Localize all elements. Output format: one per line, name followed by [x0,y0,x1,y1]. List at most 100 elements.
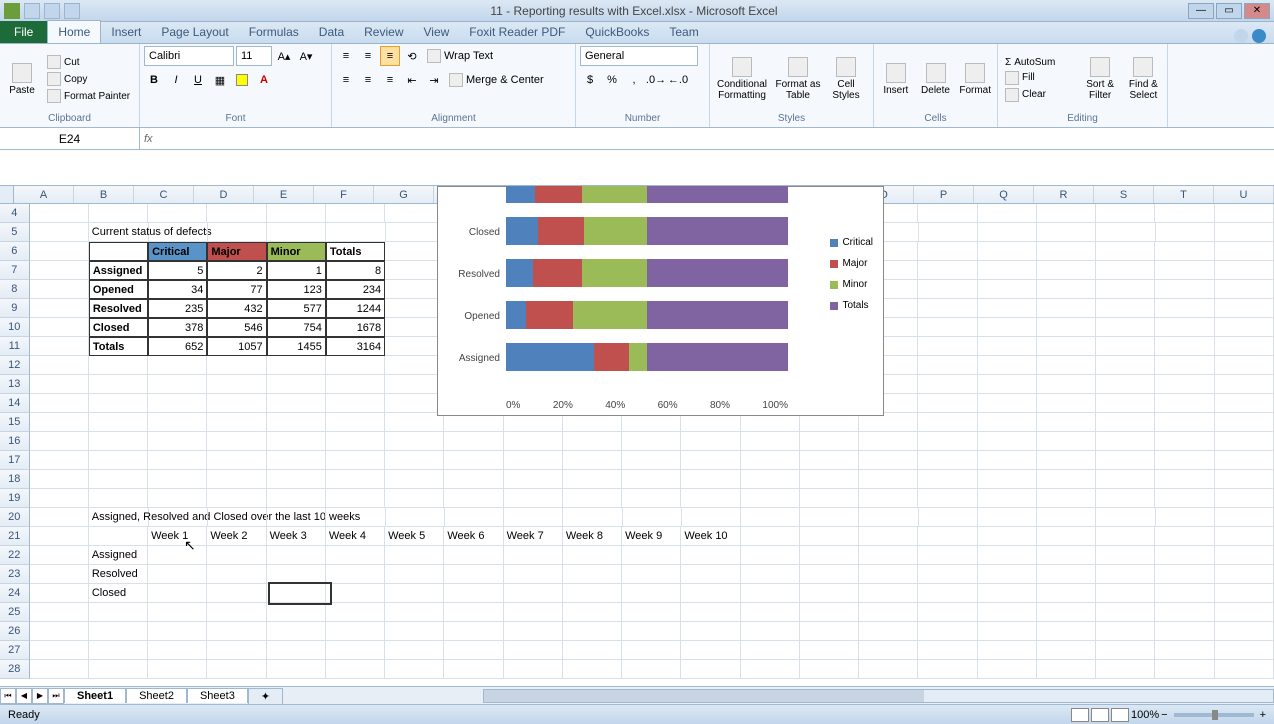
cell-H28[interactable] [444,660,503,679]
row-header-5[interactable]: 5 [0,223,30,242]
worksheet-grid[interactable]: ABCDEFGHIJKLMNOPQRSTU 45Current status o… [0,186,1274,686]
cell-L28[interactable] [681,660,740,679]
cell-R17[interactable] [1037,451,1096,470]
cell-S24[interactable] [1096,584,1155,603]
cell-B21[interactable] [89,527,148,546]
cell-C13[interactable] [148,375,207,394]
cell-T10[interactable] [1155,318,1214,337]
formula-input[interactable] [161,132,1270,146]
cell-Q27[interactable] [978,641,1037,660]
cell-N18[interactable] [800,470,859,489]
cell-O16[interactable] [859,432,918,451]
cell-F28[interactable] [326,660,385,679]
insert-cells-button[interactable]: Insert [878,52,914,106]
merge-center-button[interactable]: Merge & Center [446,70,556,90]
cell-K22[interactable] [622,546,681,565]
decrease-indent-icon[interactable]: ⇤ [402,70,422,90]
cell-H17[interactable] [444,451,503,470]
row-header-6[interactable]: 6 [0,242,30,261]
cell-F14[interactable] [326,394,385,413]
maximize-button[interactable]: ▭ [1216,3,1242,19]
cell-M26[interactable] [741,622,800,641]
cell-M24[interactable] [741,584,800,603]
cell-F27[interactable] [326,641,385,660]
cell-F8[interactable]: 234 [326,280,385,299]
cell-I25[interactable] [504,603,563,622]
cell-A17[interactable] [30,451,89,470]
cell-J25[interactable] [563,603,622,622]
cell-H20[interactable] [445,508,504,527]
cell-G8[interactable] [385,280,444,299]
cell-F22[interactable] [326,546,385,565]
underline-button[interactable]: U [188,70,208,90]
cell-I27[interactable] [504,641,563,660]
cell-T5[interactable] [1156,223,1215,242]
cell-T15[interactable] [1155,413,1214,432]
cell-N19[interactable] [800,489,859,508]
row-header-21[interactable]: 21 [0,527,30,546]
cell-M25[interactable] [741,603,800,622]
cell-E15[interactable] [267,413,326,432]
row-header-27[interactable]: 27 [0,641,30,660]
column-header-F[interactable]: F [314,186,374,203]
cell-A6[interactable] [30,242,89,261]
cell-A16[interactable] [30,432,89,451]
cell-U9[interactable] [1215,299,1274,318]
cell-L21[interactable]: Week 10 [681,527,740,546]
cell-D26[interactable] [207,622,266,641]
cell-G22[interactable] [385,546,444,565]
cell-R6[interactable] [1037,242,1096,261]
cell-G4[interactable] [385,204,444,223]
scroll-thumb[interactable] [484,690,924,702]
cell-H18[interactable] [444,470,503,489]
tab-foxit[interactable]: Foxit Reader PDF [459,21,575,43]
row-header-19[interactable]: 19 [0,489,30,508]
cell-E22[interactable] [267,546,326,565]
cell-G28[interactable] [385,660,444,679]
tab-formulas[interactable]: Formulas [239,21,309,43]
cell-B9[interactable]: Resolved [89,299,148,318]
cell-F20[interactable] [326,508,385,527]
cell-A10[interactable] [30,318,89,337]
cell-S10[interactable] [1096,318,1155,337]
format-cells-button[interactable]: Format [957,52,993,106]
cell-G25[interactable] [385,603,444,622]
cell-G19[interactable] [385,489,444,508]
align-middle-icon[interactable]: ≡ [358,46,378,66]
autosum-button[interactable]: ΣAutoSum [1002,56,1077,69]
cell-T8[interactable] [1155,280,1214,299]
cell-P13[interactable] [918,375,977,394]
cell-L16[interactable] [681,432,740,451]
cell-K25[interactable] [622,603,681,622]
cell-C16[interactable] [148,432,207,451]
cell-S22[interactable] [1096,546,1155,565]
chart-stacked-bar[interactable]: Critical Major Minor Totals 0% 20% 40% 6… [437,186,884,416]
cell-R23[interactable] [1037,565,1096,584]
cell-S15[interactable] [1096,413,1155,432]
cell-Q5[interactable] [978,223,1037,242]
cell-L19[interactable] [681,489,740,508]
cell-I24[interactable] [504,584,563,603]
cell-E10[interactable]: 754 [267,318,326,337]
cell-A22[interactable] [30,546,89,565]
cell-S23[interactable] [1096,565,1155,584]
cell-D25[interactable] [207,603,266,622]
cell-C11[interactable]: 652 [148,337,207,356]
cell-R7[interactable] [1037,261,1096,280]
cell-P20[interactable] [919,508,978,527]
page-break-view-button[interactable] [1111,708,1129,722]
cell-P21[interactable] [918,527,977,546]
cell-F13[interactable] [326,375,385,394]
find-select-button[interactable]: Find & Select [1124,52,1163,106]
cell-Q16[interactable] [978,432,1037,451]
cell-R12[interactable] [1037,356,1096,375]
fill-color-button[interactable] [232,70,252,90]
cell-E18[interactable] [267,470,326,489]
cut-button[interactable]: Cut [44,54,133,70]
cell-S26[interactable] [1096,622,1155,641]
cell-R19[interactable] [1037,489,1096,508]
cell-E27[interactable] [267,641,326,660]
cell-D4[interactable] [207,204,266,223]
cell-L25[interactable] [681,603,740,622]
cell-C8[interactable]: 34 [148,280,207,299]
